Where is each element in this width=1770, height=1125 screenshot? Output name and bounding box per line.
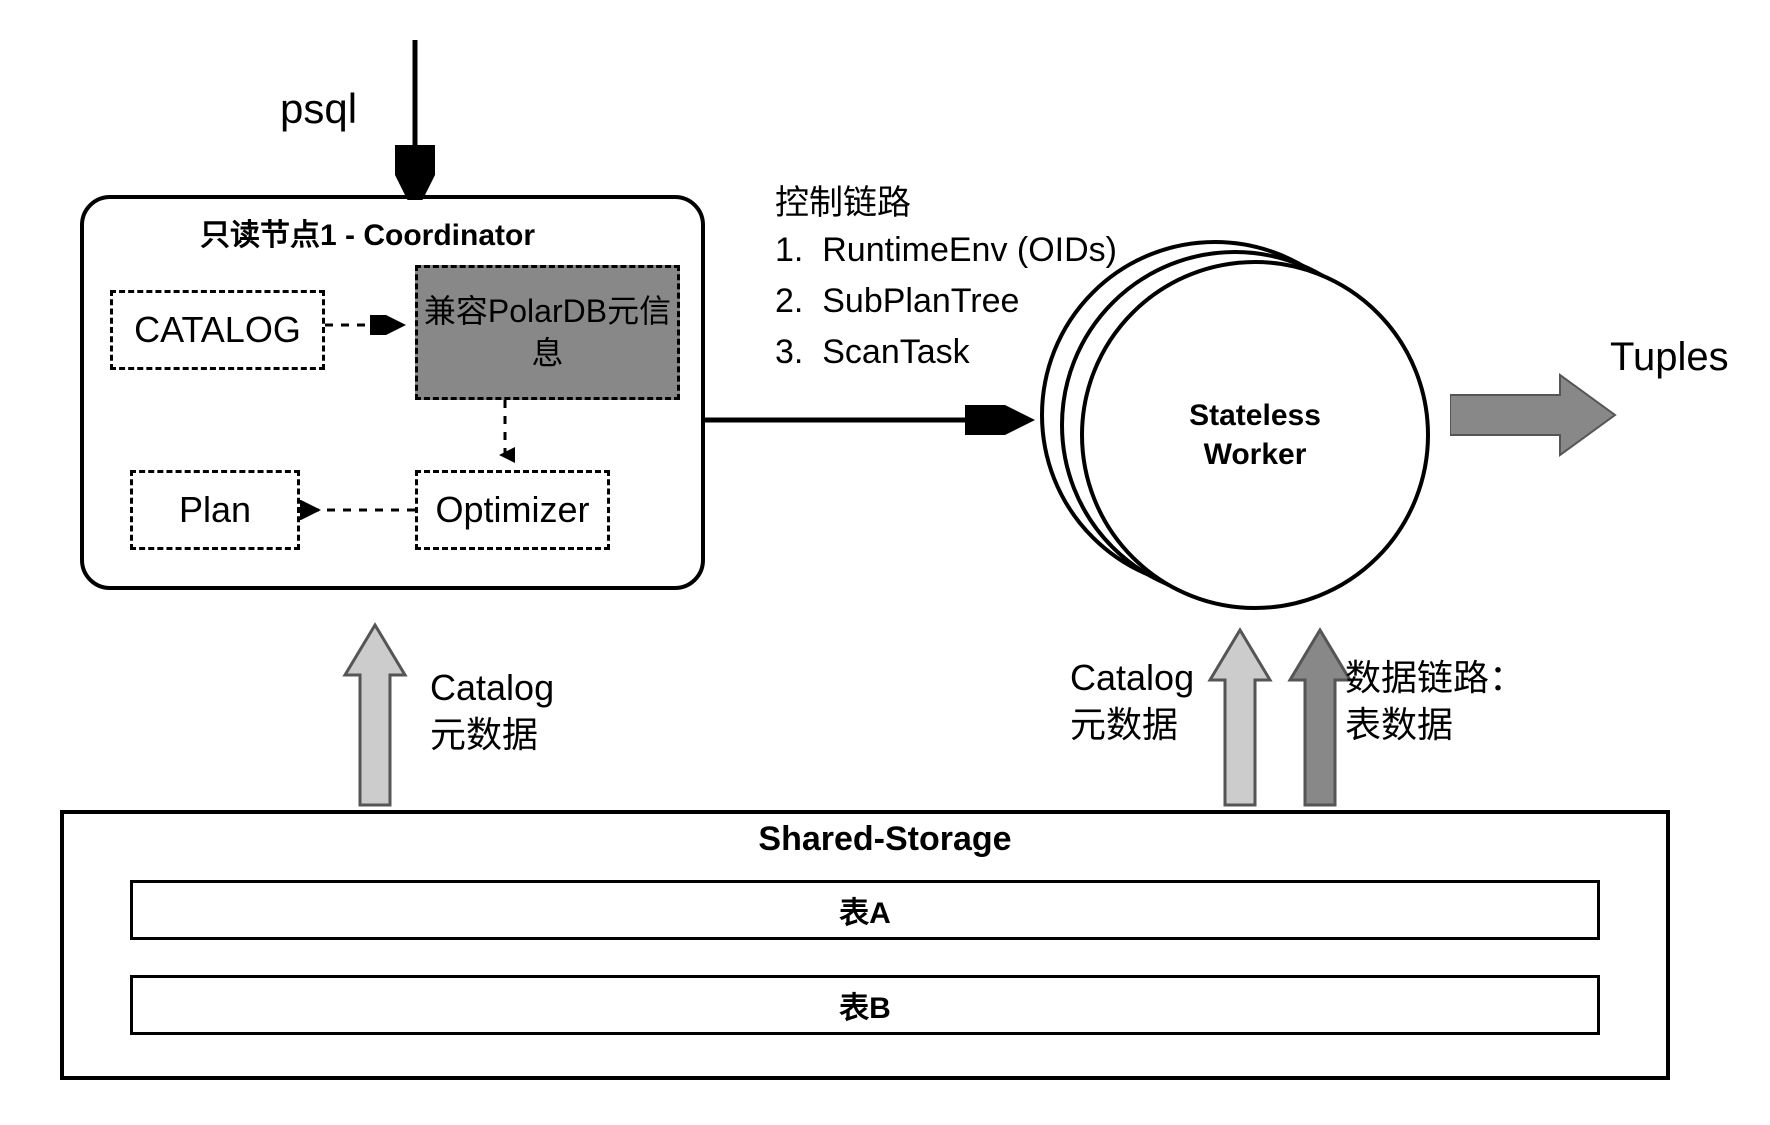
arrow-dashed-left-icon bbox=[300, 500, 415, 520]
catalog-arrow-up-icon bbox=[340, 620, 410, 810]
plan-box: Plan bbox=[130, 470, 300, 550]
catalog-meta-label: Catalog 元数据 bbox=[430, 665, 554, 759]
optimizer-box: Optimizer bbox=[415, 470, 610, 550]
control-path-title: 控制链路 bbox=[775, 175, 911, 224]
dp-line2: 表数据 bbox=[1345, 702, 1525, 749]
worker-catalog-arrow-icon bbox=[1205, 625, 1275, 810]
catalog-line2: 元数据 bbox=[430, 712, 554, 759]
dp-line1: 数据链路： bbox=[1345, 655, 1525, 702]
worker-label: StatelessWorker bbox=[1189, 396, 1321, 474]
arrow-right-icon bbox=[705, 405, 1045, 435]
catalog-line1: Catalog bbox=[430, 665, 554, 712]
psql-label: psql bbox=[280, 85, 357, 133]
arrow-down-icon bbox=[395, 40, 435, 200]
coordinator-title: 只读节点1 - Coordinator bbox=[200, 210, 535, 254]
wc-line1: Catalog bbox=[1070, 655, 1194, 702]
data-path-label: 数据链路： 表数据 bbox=[1345, 655, 1525, 749]
worker-text: StatelessWorker bbox=[1189, 396, 1321, 474]
wc-line2: 元数据 bbox=[1070, 702, 1194, 749]
tuples-arrow-icon bbox=[1450, 370, 1620, 460]
arrow-dashed-right-icon bbox=[325, 315, 415, 335]
worker-catalog-meta-label: Catalog 元数据 bbox=[1070, 655, 1194, 749]
arrow-dashed-down-icon bbox=[495, 400, 515, 470]
tuples-label: Tuples bbox=[1610, 335, 1729, 380]
shared-storage-title: Shared-Storage bbox=[758, 820, 1011, 859]
control-item: ScanTask bbox=[822, 333, 969, 371]
polardb-meta-box: 兼容PolarDB元信息 bbox=[415, 265, 680, 400]
control-item: SubPlanTree bbox=[822, 282, 1019, 320]
table-a-row: 表A bbox=[130, 880, 1600, 940]
control-item: RuntimeEnv (OIDs) bbox=[822, 231, 1117, 269]
worker-circle-front: StatelessWorker bbox=[1080, 260, 1430, 610]
architecture-diagram: psql 只读节点1 - Coordinator CATALOG 兼容Polar… bbox=[0, 0, 1770, 1125]
catalog-box: CATALOG bbox=[110, 290, 325, 370]
table-b-row: 表B bbox=[130, 975, 1600, 1035]
